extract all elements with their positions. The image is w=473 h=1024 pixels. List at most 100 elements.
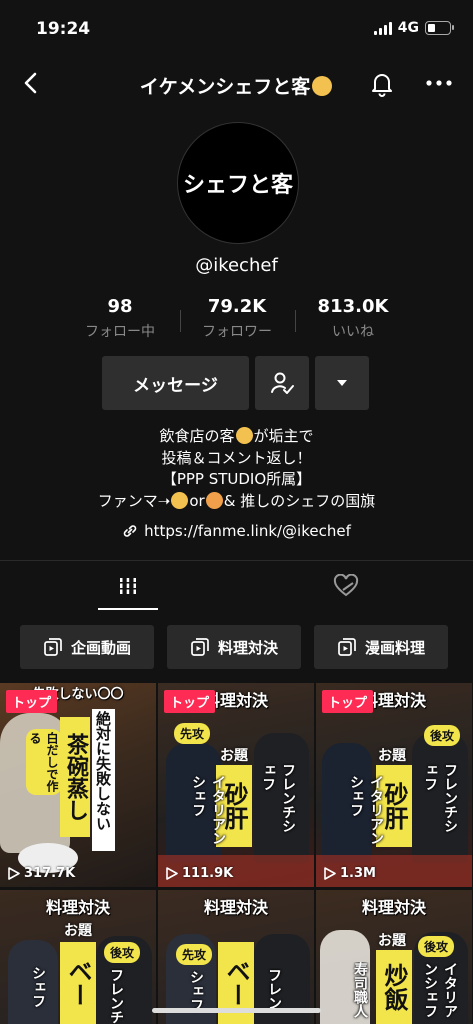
profile-link[interactable]: https://fanme.link/@ikechef — [0, 522, 473, 543]
likes-count: 813.0K — [317, 296, 389, 317]
heart-hidden-icon — [333, 574, 359, 597]
topic-label: お題 — [378, 748, 406, 764]
top-badge: トップ — [322, 690, 374, 713]
video-title: 茶碗蒸し — [60, 717, 90, 837]
user-check-icon — [271, 372, 294, 394]
video-thumbnail[interactable]: 料理対決 トップ 後攻 お題 砂肝 イタリアンシェフ フレンチシェフ 1.3M — [316, 683, 472, 887]
playlist-icon — [44, 638, 62, 656]
link-icon — [122, 523, 138, 543]
bio-line-4c: & 推しのシェフの国旗 — [223, 491, 376, 510]
bio: 飲食店の客 が垢主で 投稿＆コメント返し！ 【PPP STUDIO所属】 ファンマ… — [0, 426, 473, 512]
topic-label: お題 — [378, 933, 406, 949]
topic-label: お題 — [64, 923, 92, 939]
following-label: フォロー中 — [85, 324, 155, 340]
bio-line-4a: ファンマ➝ — [97, 491, 171, 510]
play-icon — [166, 867, 178, 880]
turn-pill: 後攻 — [104, 942, 141, 963]
video-thumbnail[interactable]: 料理対決 お題 後攻 ベー シェフ フレンチ — [0, 890, 156, 1024]
contestant-left: シェフ — [188, 970, 204, 1012]
active-tab-indicator — [98, 608, 158, 610]
video-subcaption: 白だしで作る — [26, 729, 62, 795]
playlist-icon — [338, 638, 356, 656]
video-thumbnail[interactable]: 料理対決 トップ 先攻 お題 砂肝 イタリアンシェフ フレンチシェフ 111.9… — [158, 683, 314, 887]
contestant-right: フレンチシェフ — [422, 763, 458, 833]
playlist-chips: 企画動画 料理対決 漫画料理 — [0, 625, 473, 669]
contestant-left: イタリアンシェフ — [348, 775, 384, 845]
status-time: 19:24 — [36, 19, 91, 39]
view-count: 111.9K — [166, 866, 233, 881]
view-count: 317.7K — [8, 866, 75, 881]
contestant-right: フレンチシェフ — [260, 763, 296, 833]
video-thumbnail[interactable]: 失敗しない〇〇 トップ 絶対に失敗しない 茶碗蒸し 白だしで作る 317.7K — [0, 683, 156, 887]
video-caption: 絶対に失敗しない — [92, 709, 115, 851]
play-icon — [324, 867, 336, 880]
bio-line-2: 投稿＆コメント返し！ — [161, 448, 312, 467]
person-raising-hand-emoji — [235, 427, 253, 444]
playlist-label: 企画動画 — [70, 638, 131, 657]
topic-title: ベー — [60, 942, 96, 1024]
view-count-text: 1.3M — [340, 866, 376, 881]
turn-pill: 後攻 — [418, 936, 455, 957]
video-grid: 失敗しない〇〇 トップ 絶対に失敗しない 茶碗蒸し 白だしで作る 317.7K … — [0, 683, 473, 1024]
contestant-left: イタリアンシェフ — [190, 775, 226, 845]
playlist-label: 料理対決 — [217, 638, 278, 657]
profile-link-text: https://fanme.link/@ikechef — [144, 522, 351, 540]
more-options-icon[interactable] — [424, 72, 454, 94]
video-header: 料理対決 — [203, 898, 268, 917]
woman-raising-hand-emoji — [205, 491, 223, 509]
bell-icon[interactable] — [368, 70, 396, 98]
status-bar: 19:24 4G — [0, 0, 473, 50]
message-button[interactable]: メッセージ — [102, 356, 249, 410]
following-status-button[interactable] — [255, 356, 309, 410]
video-thumbnail[interactable]: 料理対決 お題 後攻 炒飯 寿司職人 イタリアンシェフ — [316, 890, 472, 1024]
contestant-right: フレンチ — [108, 968, 124, 1024]
playlist-icon — [191, 638, 209, 656]
following-count: 98 — [107, 296, 133, 317]
playlist-label: 漫画料理 — [364, 638, 425, 657]
turn-pill: 先攻 — [174, 723, 211, 744]
topic-label: お題 — [220, 748, 248, 764]
tab-liked[interactable] — [228, 561, 464, 611]
likes-label: いいね — [332, 324, 374, 340]
top-badge: トップ — [6, 690, 58, 713]
followers-count: 79.2K — [207, 296, 267, 317]
likes-stat: 813.0K いいね — [293, 296, 413, 341]
playlist-chip[interactable]: 料理対決 — [167, 625, 301, 669]
caret-down-icon — [337, 380, 347, 386]
suggested-accounts-dropdown[interactable] — [315, 356, 369, 410]
person-raising-hand-emoji — [312, 76, 333, 96]
contestant-right: フレン — [266, 968, 282, 1010]
video-header: 料理対決 — [45, 898, 110, 917]
content-tabs — [0, 560, 473, 611]
nav-bar: イケメンシェフと客 — [0, 62, 473, 106]
view-count: 1.3M — [324, 866, 376, 881]
topic-title: 炒飯 — [376, 950, 412, 1024]
profile-stats: 98 フォロー中 79.2K フォロワー 813.0K いいね — [0, 296, 473, 346]
contestant-right: イタリアンシェフ — [422, 962, 458, 1018]
contestant-left: 寿司職人 — [352, 962, 368, 1018]
home-indicator — [152, 1008, 321, 1013]
battery-icon — [425, 21, 454, 35]
top-badge: トップ — [164, 690, 216, 713]
bio-line-1a: 飲食店の客 — [159, 427, 235, 445]
contestant-left: シェフ — [30, 966, 46, 1008]
followers-label: フォロワー — [202, 324, 272, 340]
avatar[interactable]: シェフと客 — [177, 122, 299, 244]
tab-videos[interactable] — [10, 561, 246, 611]
playlist-chip[interactable]: 漫画料理 — [314, 625, 448, 669]
bio-line-1b: が垢主で — [253, 427, 314, 445]
view-count-text: 317.7K — [24, 866, 76, 881]
bio-line-4b: or — [189, 491, 205, 510]
bio-line-3: 【PPP STUDIO所属】 — [161, 470, 312, 488]
man-raising-hand-emoji — [171, 491, 189, 509]
play-icon — [8, 867, 20, 880]
followers-stat[interactable]: 79.2K フォロワー — [177, 296, 297, 341]
video-header: 料理対決 — [361, 898, 426, 917]
signal-icon — [373, 21, 392, 35]
view-count-text: 111.9K — [182, 866, 234, 881]
playlist-chip[interactable]: 企画動画 — [20, 625, 154, 669]
network-label: 4G — [397, 20, 419, 36]
following-stat[interactable]: 98 フォロー中 — [60, 296, 180, 341]
video-thumbnail[interactable]: 料理対決 先攻 ベー シェフ フレン — [158, 890, 314, 1024]
grid-icon — [120, 578, 136, 594]
